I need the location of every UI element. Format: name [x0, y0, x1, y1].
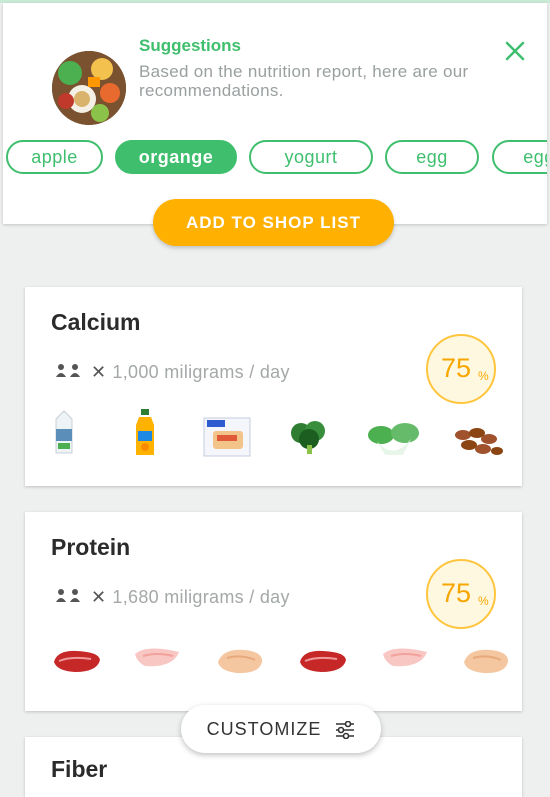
- steak-icon: [54, 650, 100, 672]
- add-to-shop-list-button[interactable]: ADD TO SHOP LIST: [153, 199, 394, 246]
- suggestion-chips: apple organge yogurt egg egg: [3, 140, 547, 180]
- people-icon: [55, 588, 87, 609]
- chip-apple[interactable]: apple: [6, 140, 103, 174]
- nutrient-amount-row: ✕ 1,680 miligrams / day: [55, 587, 290, 609]
- bok-choy-icon: [368, 423, 419, 455]
- nutrient-card-calcium[interactable]: Calcium ✕ 1,000 miligrams / day 75 %: [25, 287, 522, 486]
- chip-egg[interactable]: egg: [492, 140, 547, 174]
- suggestions-title: Suggestions: [139, 36, 242, 55]
- food-list: [25, 642, 522, 698]
- chip-organge[interactable]: organge: [115, 140, 237, 174]
- progress-value: 75: [441, 353, 472, 383]
- progress-ring: 75 %: [426, 559, 496, 629]
- progress-percent-symbol: %: [478, 594, 489, 608]
- nutrient-amount: 1,000 miligrams / day: [112, 362, 290, 382]
- multiply-icon: ✕: [91, 362, 107, 382]
- multiply-icon: ✕: [91, 587, 107, 607]
- fish-fillet-icon: [383, 648, 427, 667]
- tofu-icon: [203, 417, 251, 457]
- customize-button[interactable]: CUSTOMIZE: [181, 705, 381, 753]
- suggestions-panel: Suggestions Based on the nutrition repor…: [3, 3, 547, 224]
- steak-icon: [300, 650, 346, 672]
- fish-fillet-icon: [135, 648, 179, 667]
- people-icon: [55, 363, 87, 384]
- nutrient-title: Protein: [51, 534, 131, 560]
- nutrient-title: Fiber: [51, 756, 108, 782]
- chip-yogurt[interactable]: yogurt: [249, 140, 373, 174]
- customize-label: CUSTOMIZE: [206, 719, 322, 739]
- chicken-breast-icon: [218, 649, 263, 674]
- progress-value: 75: [441, 578, 472, 608]
- progress-percent-symbol: %: [478, 369, 489, 383]
- sliders-icon: [336, 720, 355, 740]
- milk-carton-icon: [55, 410, 73, 454]
- chicken-breast-icon: [464, 649, 509, 674]
- suggestions-description: Based on the nutrition report, here are …: [139, 62, 469, 100]
- almonds-icon: [455, 428, 503, 455]
- progress-ring: 75 %: [426, 334, 496, 404]
- nutrient-amount-row: ✕ 1,000 miligrams / day: [55, 362, 290, 384]
- close-icon[interactable]: [502, 38, 528, 64]
- food-avatar-image: [52, 51, 126, 125]
- broccoli-icon: [291, 421, 325, 454]
- nutrient-card-protein[interactable]: Protein ✕ 1,680 miligrams / day 75 %: [25, 512, 522, 711]
- nutrient-amount: 1,680 miligrams / day: [112, 587, 290, 607]
- chip-egg[interactable]: egg: [385, 140, 479, 174]
- food-list: [25, 409, 522, 465]
- nutrient-title: Calcium: [51, 309, 141, 335]
- orange-juice-icon: [136, 409, 154, 455]
